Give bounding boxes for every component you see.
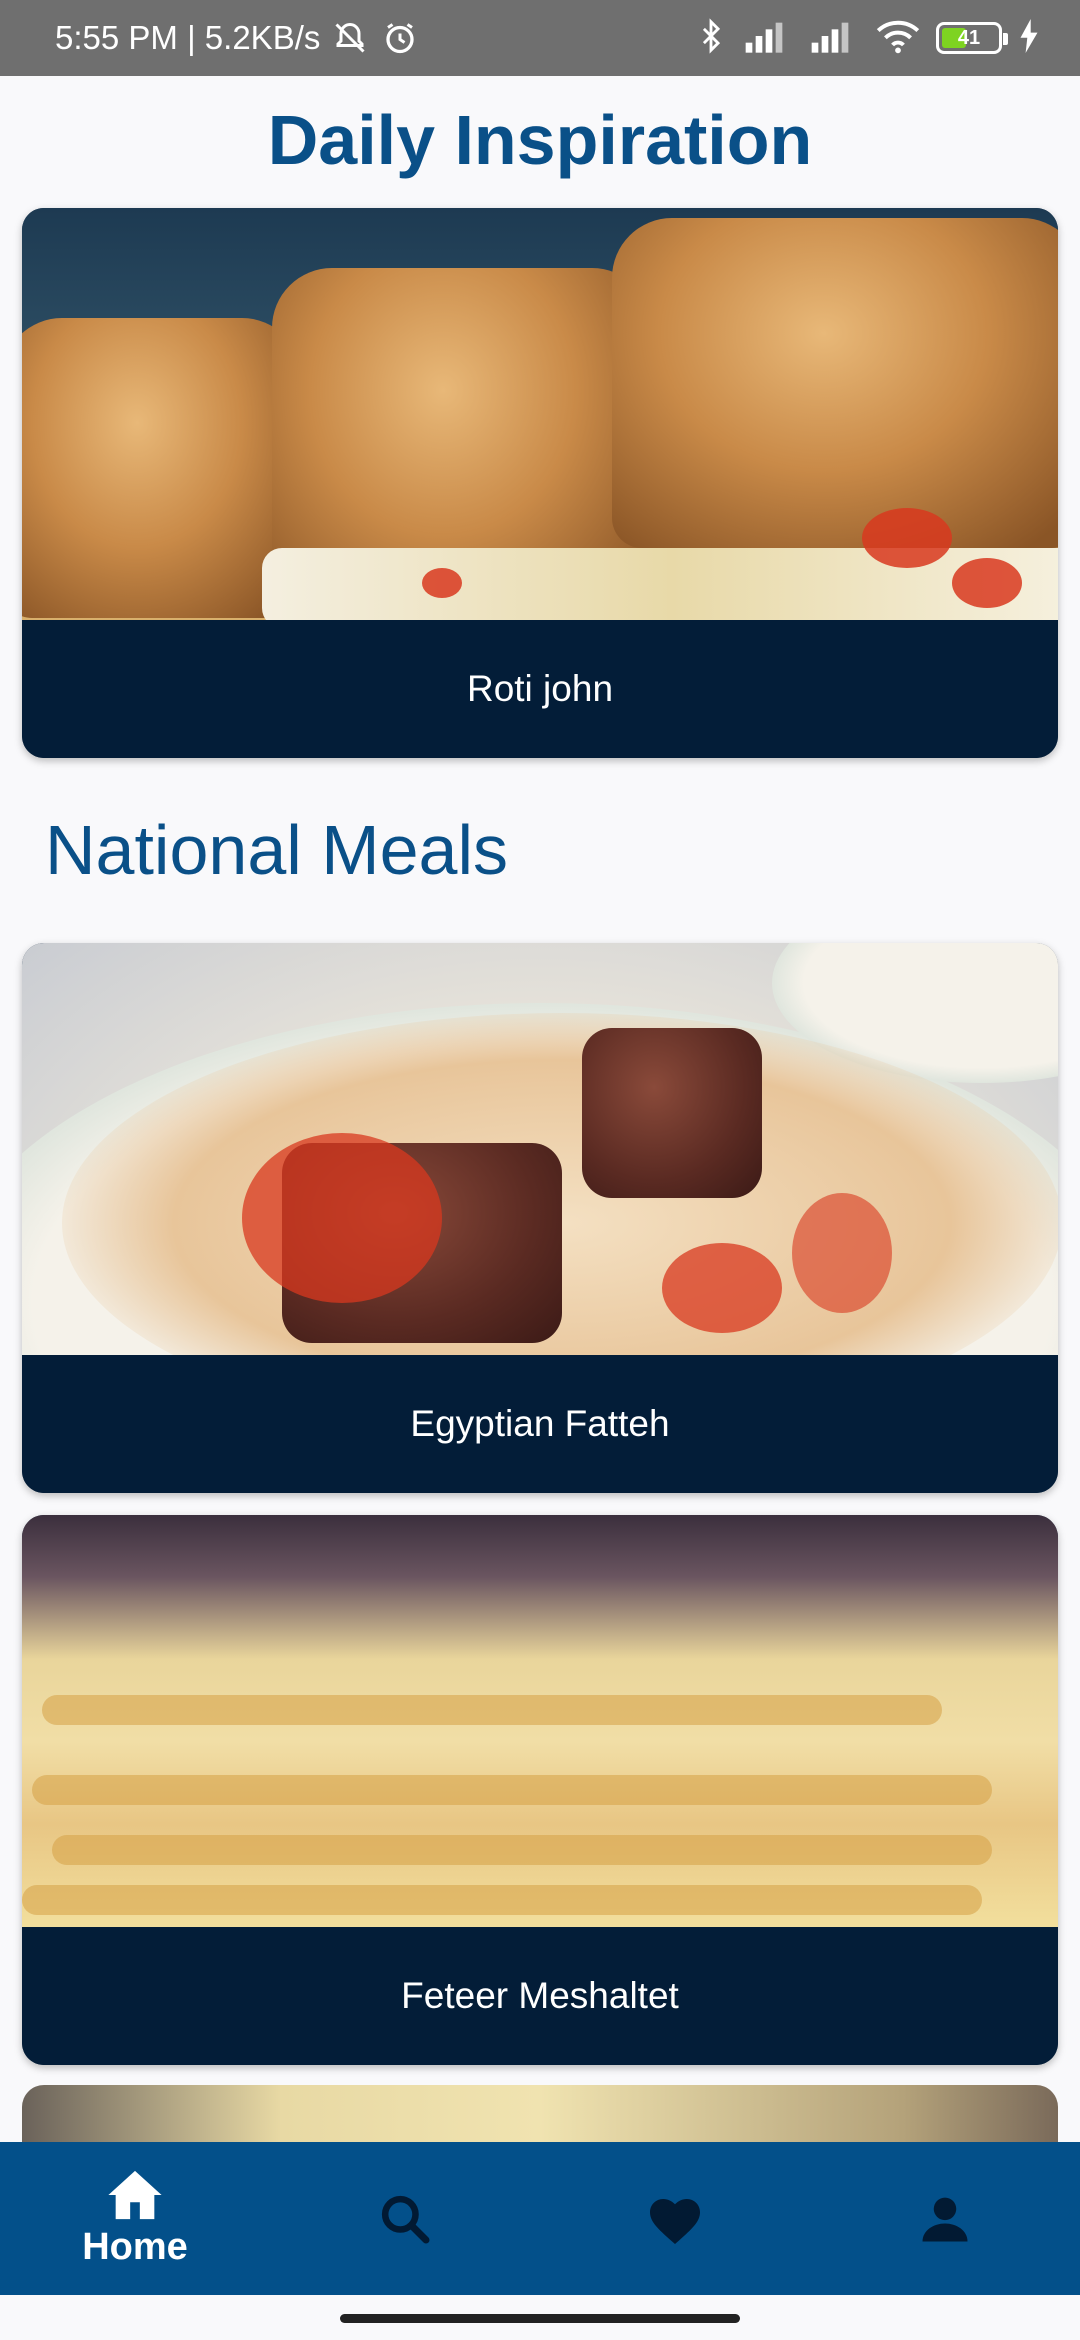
meal-photo [22, 1515, 1058, 1927]
charging-icon [1018, 18, 1040, 58]
status-time-speed: 5:55 PM | 5.2KB/s [55, 19, 321, 56]
status-right: 41 [694, 17, 1040, 60]
profile-icon [922, 2197, 968, 2241]
nav-search[interactable] [270, 2142, 540, 2295]
page-title: Daily Inspiration [267, 101, 813, 179]
meal-card[interactable]: Feteer Meshaltet [22, 1515, 1058, 2065]
nav-favorites[interactable] [540, 2142, 810, 2295]
status-bar: 5:55 PM | 5.2KB/s 41 [0, 0, 1080, 76]
gesture-bar[interactable] [340, 2314, 740, 2323]
bluetooth-icon [694, 17, 728, 60]
battery-level: 41 [957, 26, 981, 49]
bottom-navigation: Home [0, 2142, 1080, 2295]
search-icon [381, 2195, 430, 2243]
card-caption: Roti john [22, 620, 1058, 758]
alarm-icon [380, 18, 420, 58]
meal-card[interactable]: Egyptian Fatteh [22, 943, 1058, 1493]
section-title: National Meals [45, 811, 508, 889]
meal-photo [22, 943, 1058, 1355]
wifi-icon [876, 18, 920, 59]
nav-home-label: Home [82, 2226, 188, 2268]
signal-icon [744, 19, 794, 58]
signal-icon-2 [810, 19, 860, 58]
heart-icon [650, 2198, 700, 2244]
nav-profile[interactable] [810, 2142, 1080, 2295]
meal-card-partial[interactable] [22, 2085, 1058, 2145]
battery-icon: 41 [936, 22, 1008, 54]
daily-inspiration-card[interactable]: Roti john [22, 208, 1058, 758]
home-icon [108, 2170, 162, 2220]
card-caption: Feteer Meshaltet [22, 1927, 1058, 2065]
nav-home[interactable]: Home [0, 2142, 270, 2295]
notifications-off-icon [330, 18, 370, 58]
roti-john-photo [22, 208, 1058, 620]
status-left: 5:55 PM | 5.2KB/s [55, 18, 420, 58]
card-caption: Egyptian Fatteh [22, 1355, 1058, 1493]
